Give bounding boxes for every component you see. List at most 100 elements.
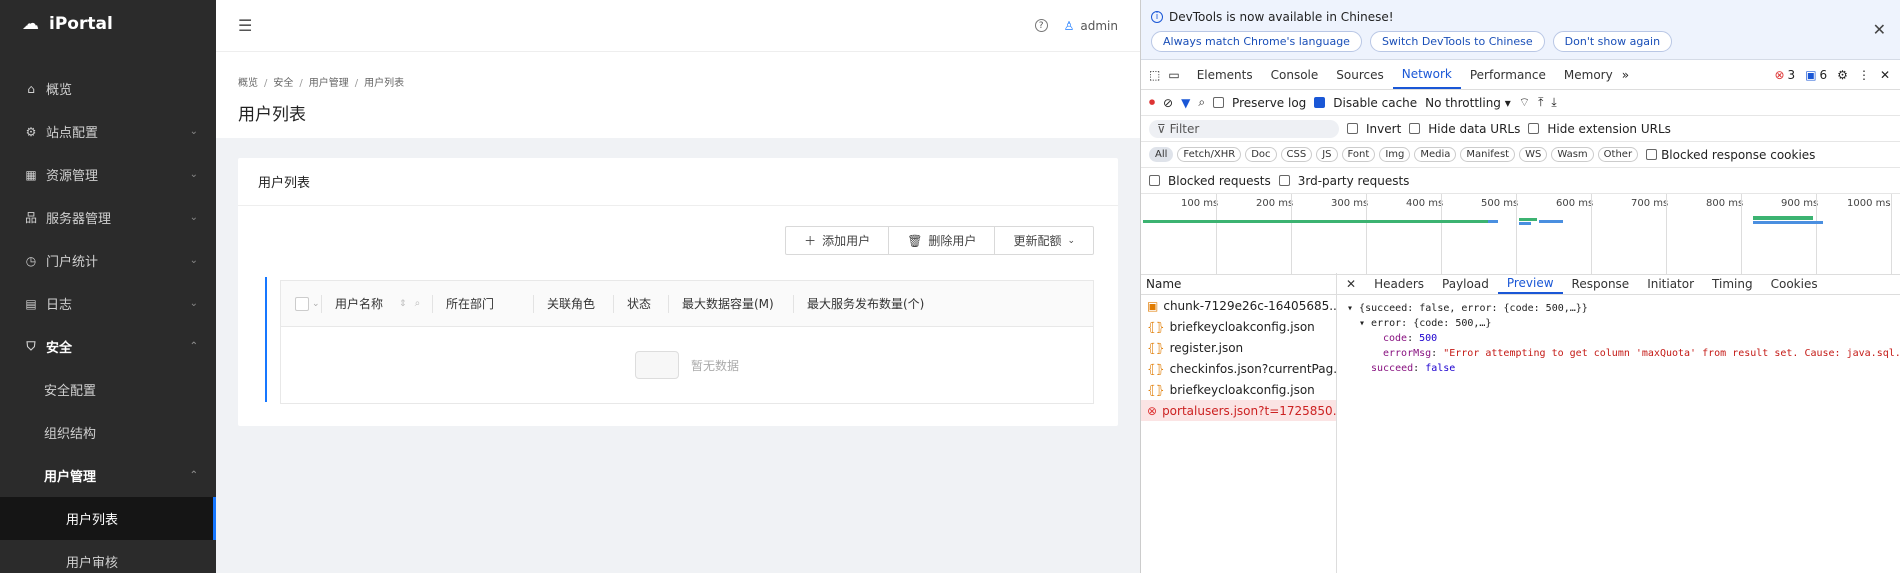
wifi-icon[interactable]: ⌔ bbox=[1519, 95, 1530, 110]
tab-elements[interactable]: Elements bbox=[1188, 60, 1262, 89]
brand[interactable]: ☁ iPortal bbox=[0, 0, 216, 48]
settings-icon[interactable]: ⚙ bbox=[1837, 68, 1848, 82]
json-value: false bbox=[1425, 363, 1456, 374]
sidebar-item-security-config[interactable]: 安全配置 bbox=[0, 368, 216, 411]
sidebar-item-user-mgmt[interactable]: 用户管理 ⌃ bbox=[0, 454, 216, 497]
close-icon[interactable]: ✕ bbox=[1873, 20, 1886, 39]
type-filter-other[interactable]: Other bbox=[1597, 147, 1639, 162]
help-icon[interactable]: ? bbox=[1034, 19, 1048, 32]
tab-network[interactable]: Network bbox=[1392, 60, 1461, 89]
tab-performance[interactable]: Performance bbox=[1461, 60, 1555, 89]
switch-chinese-button[interactable]: Switch DevTools to Chinese bbox=[1369, 31, 1545, 52]
clear-icon[interactable]: ⊘ bbox=[1163, 96, 1173, 110]
search-icon[interactable]: ⌕ bbox=[1198, 95, 1205, 110]
request-row-error[interactable]: ⊗ portalusers.json?t=1725850... bbox=[1141, 400, 1336, 421]
upload-icon[interactable]: ⤒ bbox=[1538, 95, 1543, 110]
preserve-log-checkbox[interactable] bbox=[1213, 97, 1225, 108]
sidebar-item-resources[interactable]: ▦ 资源管理 ⌄ bbox=[0, 153, 216, 196]
request-row[interactable]: ⦃⦄ briefkeycloakconfig.json bbox=[1141, 379, 1336, 400]
type-filter-ws[interactable]: WS bbox=[1519, 147, 1548, 162]
tab-preview[interactable]: Preview bbox=[1497, 273, 1563, 294]
inspect-icon[interactable]: ⬚ bbox=[1149, 68, 1160, 82]
sidebar-item-servers[interactable]: 品服务器管理 ⌄ bbox=[0, 196, 216, 239]
column-header: 关联角色 bbox=[547, 297, 596, 311]
sidebar-item-user-list[interactable]: 用户列表 bbox=[0, 497, 216, 540]
request-row[interactable]: ⦃⦄ checkinfos.json?currentPag... bbox=[1141, 358, 1336, 379]
network-timeline[interactable]: 100 ms 200 ms 300 ms 400 ms 500 ms 600 m… bbox=[1141, 194, 1900, 275]
sidebar-item-user-review[interactable]: 用户审核 bbox=[0, 540, 216, 573]
type-filter-wasm[interactable]: Wasm bbox=[1551, 147, 1594, 162]
menu-fold-icon[interactable]: ☰ bbox=[238, 16, 252, 35]
filter-icon[interactable]: ▼ bbox=[1181, 96, 1190, 110]
tab-headers[interactable]: Headers bbox=[1365, 273, 1433, 294]
sidebar-item-org[interactable]: 组织结构 bbox=[0, 411, 216, 454]
error-count[interactable]: ⊗ 3 bbox=[1774, 68, 1795, 82]
accent-bar bbox=[265, 277, 267, 402]
message-icon: ▣ bbox=[1805, 67, 1817, 82]
breadcrumb-item[interactable]: 用户管理 bbox=[309, 78, 349, 89]
search-icon[interactable]: ⌕ bbox=[415, 298, 421, 309]
json-root[interactable]: ▾ {succeed: false, error: {code: 500,…}} bbox=[1347, 301, 1890, 316]
col-max-storage: 最大数据容量(M) bbox=[668, 281, 793, 326]
chevron-down-icon[interactable]: ⌄ bbox=[312, 299, 320, 309]
name-column-header[interactable]: Name bbox=[1141, 273, 1336, 295]
json-error-node[interactable]: ▾ error: {code: 500,…} bbox=[1347, 316, 1890, 331]
breadcrumb-item[interactable]: 安全 bbox=[273, 78, 293, 89]
more-tabs-icon[interactable]: » bbox=[1622, 68, 1629, 82]
match-language-button[interactable]: Always match Chrome's language bbox=[1151, 31, 1362, 52]
filter-input[interactable]: ⊽ Filter bbox=[1149, 119, 1339, 138]
sidebar-item-stats[interactable]: ◷ 门户统计 ⌄ bbox=[0, 239, 216, 282]
sidebar-item-overview[interactable]: ⌂ 概览 bbox=[0, 67, 216, 110]
type-filter-css[interactable]: CSS bbox=[1280, 147, 1313, 162]
third-party-checkbox[interactable] bbox=[1278, 175, 1290, 186]
invert-checkbox[interactable] bbox=[1347, 123, 1358, 134]
close-detail-icon[interactable]: ✕ bbox=[1337, 273, 1365, 294]
tab-timing[interactable]: Timing bbox=[1703, 273, 1762, 294]
type-filter-media[interactable]: Media bbox=[1414, 147, 1457, 162]
kebab-menu-icon[interactable]: ⋮ bbox=[1858, 68, 1870, 82]
type-filter-js[interactable]: JS bbox=[1316, 147, 1338, 162]
dont-show-button[interactable]: Don't show again bbox=[1552, 31, 1673, 52]
request-row[interactable]: ⦃⦄ briefkeycloakconfig.json bbox=[1141, 316, 1336, 337]
sort-icon[interactable]: ⇕ bbox=[399, 299, 407, 309]
user-menu[interactable]: ♙ admin bbox=[1064, 19, 1118, 33]
type-filter-manifest[interactable]: Manifest bbox=[1460, 147, 1516, 162]
record-icon[interactable]: ⏺ bbox=[1149, 95, 1155, 110]
throttling-select[interactable]: No throttling ▾ bbox=[1425, 96, 1511, 110]
sidebar-item-logs[interactable]: ▤ 日志 ⌄ bbox=[0, 282, 216, 325]
type-filter-all[interactable]: All bbox=[1149, 147, 1174, 162]
tab-memory[interactable]: Memory bbox=[1555, 60, 1622, 89]
timeline-tick: 1000 ms bbox=[1847, 198, 1891, 209]
message-count[interactable]: ▣ 6 bbox=[1805, 68, 1827, 82]
type-filter-font[interactable]: Font bbox=[1341, 147, 1376, 162]
tab-sources[interactable]: Sources bbox=[1327, 60, 1392, 89]
blocked-requests-checkbox[interactable] bbox=[1149, 175, 1160, 186]
tab-cookies[interactable]: Cookies bbox=[1762, 273, 1827, 294]
breadcrumb-item[interactable]: 概览 bbox=[238, 78, 258, 89]
select-all-checkbox[interactable] bbox=[295, 296, 309, 311]
device-icon[interactable]: ▭ bbox=[1168, 68, 1179, 82]
chevron-up-icon: ⌃ bbox=[189, 470, 198, 481]
type-filter-img[interactable]: Img bbox=[1379, 147, 1411, 162]
type-filter-fetch[interactable]: Fetch/XHR bbox=[1177, 147, 1242, 162]
empty-box-icon bbox=[634, 351, 679, 379]
download-icon[interactable]: ⤓ bbox=[1551, 95, 1556, 110]
tab-payload[interactable]: Payload bbox=[1433, 273, 1498, 294]
close-devtools-icon[interactable]: ✕ bbox=[1880, 68, 1890, 82]
tab-response[interactable]: Response bbox=[1563, 273, 1639, 294]
disable-cache-checkbox[interactable] bbox=[1314, 97, 1326, 108]
type-filter-doc[interactable]: Doc bbox=[1245, 147, 1277, 162]
sidebar-item-site-config[interactable]: ⚙ 站点配置 ⌄ bbox=[0, 110, 216, 153]
update-quota-button[interactable]: 更新配额 ⌄ bbox=[995, 227, 1093, 254]
hide-data-urls-checkbox[interactable] bbox=[1409, 123, 1421, 134]
delete-user-button[interactable]: 🗑 删除用户 bbox=[889, 227, 996, 254]
request-row[interactable]: ▣ chunk-7129e26c-16405685... bbox=[1141, 295, 1336, 316]
hide-ext-urls-checkbox[interactable] bbox=[1528, 123, 1540, 134]
tab-initiator[interactable]: Initiator bbox=[1638, 273, 1703, 294]
sidebar-item-security[interactable]: ⛉ 安全 ⌃ bbox=[0, 325, 216, 368]
grid-icon: ▦ bbox=[25, 167, 37, 182]
tab-console[interactable]: Console bbox=[1262, 60, 1328, 89]
request-row[interactable]: ⦃⦄ register.json bbox=[1141, 337, 1336, 358]
add-user-button[interactable]: ＋ 添加用户 bbox=[786, 227, 890, 254]
blocked-cookies-checkbox[interactable] bbox=[1646, 149, 1658, 160]
